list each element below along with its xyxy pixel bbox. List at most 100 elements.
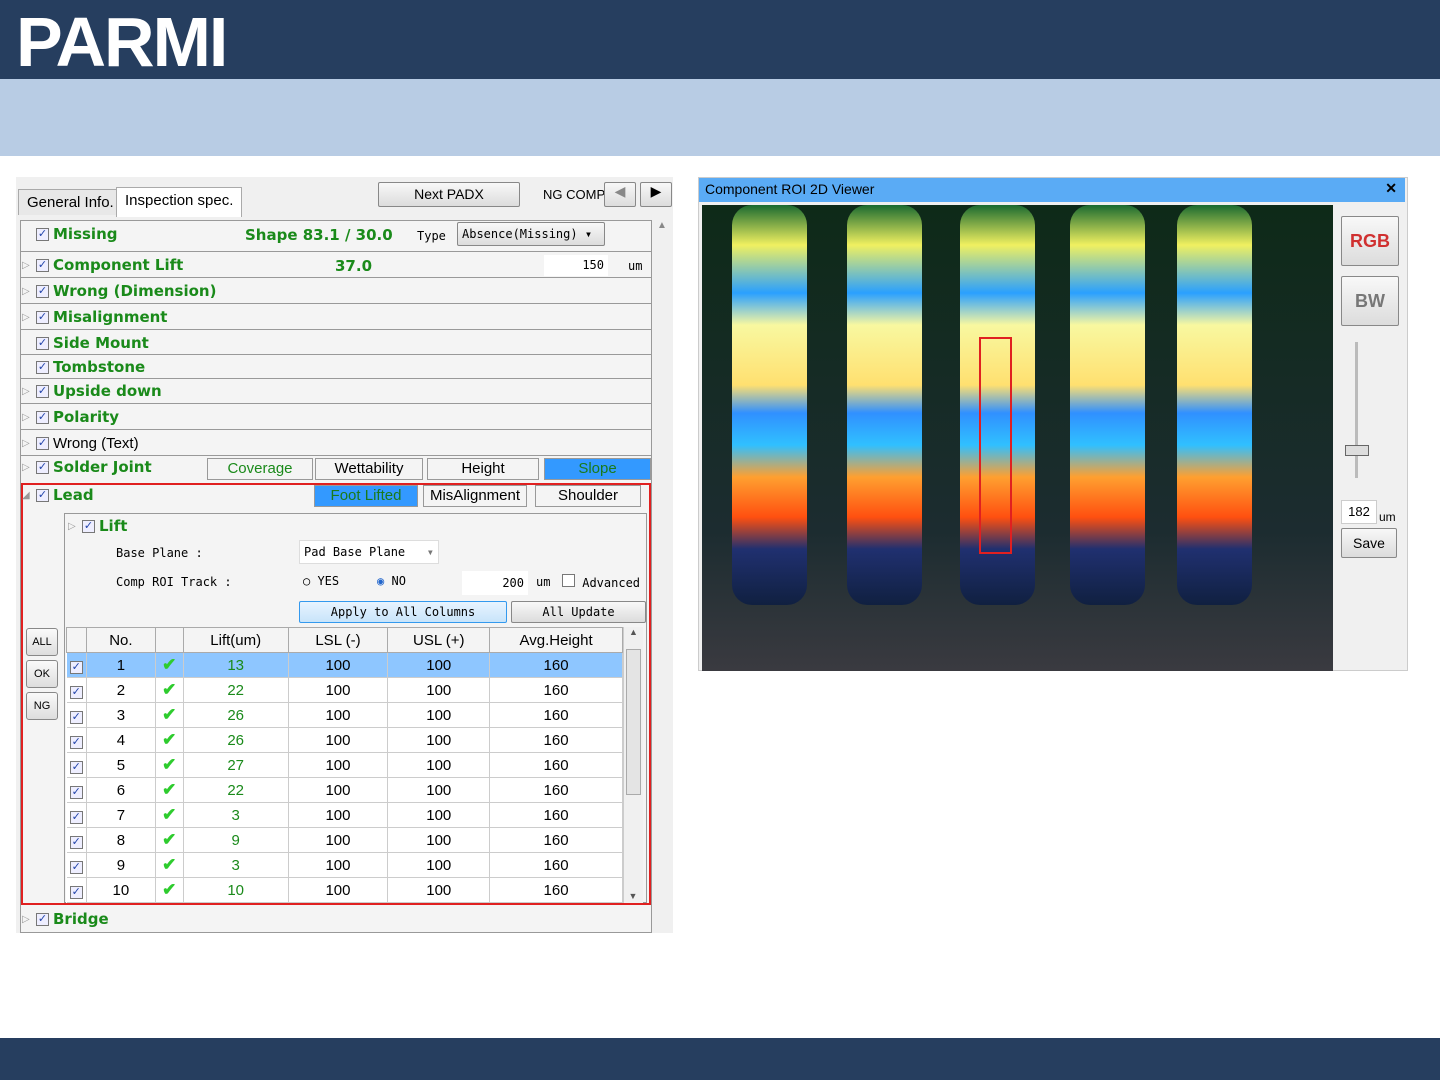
row-wrong-text[interactable]: ▷ ✓ Wrong (Text) [22,431,139,455]
tab-inspection-spec[interactable]: Inspection spec. [116,187,243,217]
header-lift[interactable]: Lift(um) [182,627,289,653]
row-lift: 26 [183,702,289,728]
row-avg-height: 160 [489,777,623,803]
wrong-dimension-checkbox[interactable]: ✓ [36,284,49,298]
next-padx-button[interactable]: Next PADX [378,182,520,207]
component-lift-checkbox[interactable]: ✓ [36,258,49,272]
row-bridge[interactable]: ▷ ✓ Bridge [22,907,109,931]
row-checkbox[interactable]: ✓ [66,752,87,778]
table-row[interactable]: ✓ 6 ✔ 22 100 100 160 [66,777,623,803]
lift-checkbox[interactable]: ✓ [82,519,95,533]
row-usl: 100 [387,877,491,903]
lift-table-container: No. Lift(um) LSL (-) USL (+) Avg.Height … [66,627,623,903]
header-lsl[interactable]: LSL (-) [287,627,389,653]
row-side-mount[interactable]: ✓ Side Mount [22,331,149,355]
tab-wettability[interactable]: Wettability [315,458,423,480]
header-no[interactable]: No. [85,627,156,653]
expand-icon[interactable]: ▷ [22,260,32,271]
table-row[interactable]: ✓ 3 ✔ 26 100 100 160 [66,702,623,728]
no-radio[interactable]: ◉ NO [377,574,406,588]
apply-all-columns-button[interactable]: Apply to All Columns [299,601,507,623]
prev-icon[interactable]: ◀ [604,182,636,207]
row-checkbox[interactable]: ✓ [66,727,87,753]
table-row[interactable]: ✓ 9 ✔ 3 100 100 160 [66,852,623,878]
row-lead[interactable]: ◢ ✓ Lead [22,483,94,507]
header-avg-height[interactable]: Avg.Height [489,627,623,653]
rgb-button[interactable]: RGB [1341,216,1399,266]
base-plane-dropdown[interactable]: Pad Base Plane ▾ [299,540,439,564]
row-checkbox[interactable]: ✓ [66,677,87,703]
check-icon: ✔ [155,752,184,778]
row-misalignment[interactable]: ▷ ✓ Misalignment [22,305,167,329]
upside-down-checkbox[interactable]: ✓ [36,384,49,398]
slider-handle[interactable] [1345,445,1369,456]
row-checkbox[interactable]: ✓ [66,702,87,728]
tab-foot-lifted[interactable]: Foot Lifted [314,485,418,507]
tombstone-checkbox[interactable]: ✓ [36,360,49,374]
table-scrollbar[interactable]: ▲ ▼ [623,627,643,903]
spec-scrollbar[interactable]: ▲ [652,220,672,933]
bridge-checkbox[interactable]: ✓ [36,912,49,926]
type-dropdown[interactable]: Absence(Missing) ▾ [457,222,605,246]
close-icon[interactable]: ✕ [1385,180,1397,197]
header-usl[interactable]: USL (+) [387,627,491,653]
table-row[interactable]: ✓ 1 ✔ 13 100 100 160 [66,652,623,678]
solder-joint-checkbox[interactable]: ✓ [36,460,49,474]
row-lift: 3 [183,802,289,828]
component-lift-input[interactable]: 150 [544,255,608,276]
row-polarity[interactable]: ▷ ✓ Polarity [22,405,119,429]
table-row[interactable]: ✓ 7 ✔ 3 100 100 160 [66,802,623,828]
ng-button[interactable]: NG [26,692,58,720]
row-no: 3 [86,702,156,728]
next-icon[interactable]: ▶ [640,182,672,207]
tab-slope[interactable]: Slope [544,458,651,480]
slider-track[interactable] [1355,342,1358,478]
tab-height[interactable]: Height [427,458,539,480]
row-checkbox[interactable]: ✓ [66,802,87,828]
yes-radio[interactable]: ○ YES [303,574,339,588]
table-row[interactable]: ✓ 5 ✔ 27 100 100 160 [66,752,623,778]
save-button[interactable]: Save [1341,528,1397,558]
roi-track-input[interactable]: 200 [462,571,528,595]
advanced-checkbox[interactable]: Advanced [562,574,640,590]
all-button[interactable]: ALL [26,628,58,656]
item-label: Wrong (Text) [53,434,139,452]
row-solder-joint[interactable]: ▷ ✓ Solder Joint [22,455,152,479]
row-checkbox[interactable]: ✓ [66,852,87,878]
row-checkbox[interactable]: ✓ [66,827,87,853]
row-upside-down[interactable]: ▷ ✓ Upside down [22,379,162,403]
wrong-text-checkbox[interactable]: ✓ [36,436,49,450]
row-tombstone[interactable]: ✓ Tombstone [22,355,145,379]
component-image[interactable] [702,205,1333,671]
row-checkbox[interactable]: ✓ [66,652,87,678]
tab-shoulder[interactable]: Shoulder [535,485,641,507]
table-row[interactable]: ✓ 10 ✔ 10 100 100 160 [66,877,623,903]
scrollbar-thumb[interactable] [626,649,641,795]
row-lift[interactable]: ▷ ✓ Lift [68,514,127,538]
missing-checkbox[interactable]: ✓ [36,227,49,241]
check-icon: ✔ [155,777,184,803]
polarity-checkbox[interactable]: ✓ [36,410,49,424]
tab-coverage[interactable]: Coverage [207,458,313,480]
component-lift-value: 37.0 [335,257,373,275]
tab-general-info[interactable]: General Info. [18,189,123,215]
row-checkbox[interactable]: ✓ [66,777,87,803]
table-row[interactable]: ✓ 2 ✔ 22 100 100 160 [66,677,623,703]
row-wrong-dimension[interactable]: ▷ ✓ Wrong (Dimension) [22,279,216,303]
row-component-lift[interactable]: ▷ ✓ Component Lift [22,253,183,277]
item-label: Tombstone [53,358,146,376]
row-checkbox[interactable]: ✓ [66,877,87,903]
misalignment-checkbox[interactable]: ✓ [36,310,49,324]
side-mount-checkbox[interactable]: ✓ [36,336,49,350]
size-unit: um [1379,510,1396,524]
table-row[interactable]: ✓ 4 ✔ 26 100 100 160 [66,727,623,753]
all-update-button[interactable]: All Update [511,601,646,623]
size-input[interactable]: 182 [1341,500,1377,524]
ok-button[interactable]: OK [26,660,58,688]
collapse-icon[interactable]: ◢ [22,490,32,501]
viewer-titlebar: Component ROI 2D Viewer ✕ [699,178,1405,202]
tab-misalignment[interactable]: MisAlignment [423,485,527,507]
bw-button[interactable]: BW [1341,276,1399,326]
table-row[interactable]: ✓ 8 ✔ 9 100 100 160 [66,827,623,853]
lead-checkbox[interactable]: ✓ [36,488,49,502]
